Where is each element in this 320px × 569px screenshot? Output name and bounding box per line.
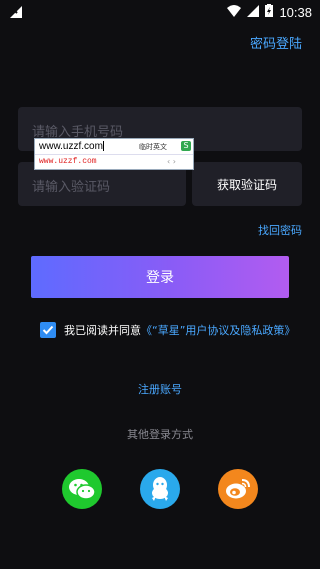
agreement-checkbox[interactable] [40, 322, 56, 338]
qq-login-button[interactable] [140, 469, 180, 509]
register-link: 注册账号 [0, 381, 320, 397]
check-icon [42, 325, 54, 335]
status-icons: 10:38 [227, 4, 312, 20]
status-bar: 10:38 [0, 0, 320, 24]
qq-icon [152, 477, 168, 501]
ime-input-row: www.uzzf.com [39, 141, 104, 152]
cellular-icon [247, 4, 260, 20]
forgot-password-link[interactable]: 找回密码 [258, 222, 302, 238]
user-agreement-link[interactable]: 《“草星”用户协议及隐私政策》 [141, 322, 295, 338]
battery-charging-icon [265, 4, 274, 20]
weibo-icon [226, 479, 250, 499]
ime-logo-icon: S [181, 141, 191, 151]
login-button[interactable]: 登录 [31, 256, 289, 298]
agreement-text: 我已阅读并同意 [64, 324, 141, 337]
ime-suggestion-popup: www.uzzf.com 临时英文 S www.uzzf.com ‹ › [34, 138, 194, 170]
wifi-icon [227, 4, 242, 20]
weibo-login-button[interactable] [218, 469, 258, 509]
agreement-row: 我已阅读并同意 《“草星”用户协议及隐私政策》 [40, 321, 295, 339]
get-code-button[interactable]: 获取验证码 [192, 162, 302, 206]
ime-mode-label[interactable]: 临时英文 [139, 142, 167, 152]
status-time: 10:38 [279, 4, 312, 20]
ime-page-arrows-icon[interactable]: ‹ › [167, 157, 176, 166]
ime-divider [35, 154, 193, 155]
register-label[interactable]: 注册账号 [138, 383, 182, 396]
ime-input-text: www.uzzf.com [39, 141, 103, 152]
wechat-login-button[interactable] [62, 469, 102, 509]
other-login-label: 其他登录方式 [127, 428, 193, 441]
login-screen: 10:38 密码登陆 请输入手机号码 请输入验证码 获取验证码 www.uzzf… [0, 0, 320, 569]
wechat-icon [69, 479, 96, 500]
app-notification-icon [8, 4, 24, 20]
ime-caret [102, 141, 104, 152]
code-placeholder: 请输入验证码 [32, 180, 111, 195]
password-login-link[interactable]: 密码登陆 [250, 33, 302, 52]
ime-candidate[interactable]: www.uzzf.com [39, 157, 97, 166]
